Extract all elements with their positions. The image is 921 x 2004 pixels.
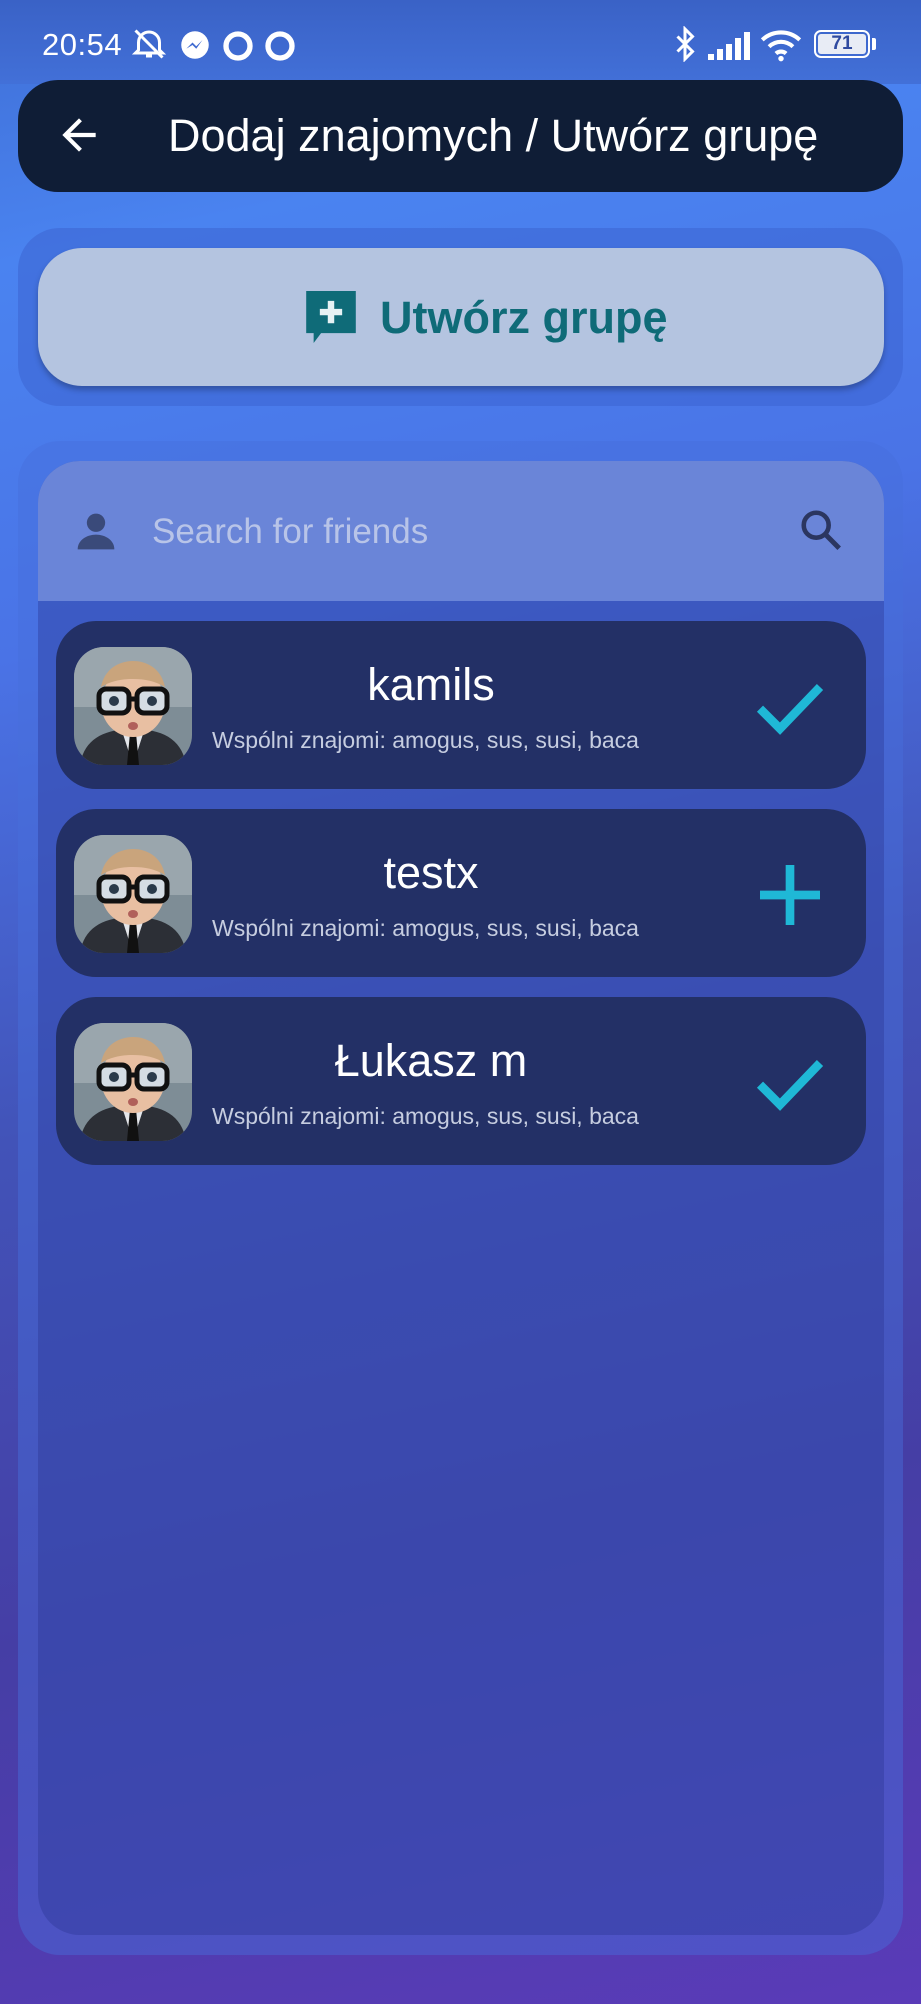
person-icon xyxy=(77,513,115,550)
page-title: Dodaj znajomych / Utwórz grupę xyxy=(168,110,819,161)
create-group-button[interactable]: Utwórz grupę xyxy=(38,248,884,386)
app-bar: Dodaj znajomych / Utwórz grupę xyxy=(18,80,903,192)
friend-name: Łukasz m xyxy=(334,1035,528,1086)
avatar xyxy=(74,835,192,953)
circle-icon xyxy=(265,31,295,61)
check-icon[interactable] xyxy=(750,1043,830,1123)
mutual-friends-text: Wspólni znajomi: amogus, sus, susi, baca xyxy=(212,727,639,753)
check-icon[interactable] xyxy=(750,667,830,747)
friend-name: kamils xyxy=(367,659,495,710)
search-icon[interactable] xyxy=(798,507,844,553)
arrow-back-icon[interactable] xyxy=(54,110,104,160)
plus-icon[interactable] xyxy=(750,855,830,935)
battery-tip xyxy=(872,38,876,50)
messenger-icon xyxy=(181,31,209,59)
circle-icon xyxy=(223,31,253,61)
add-comment-icon xyxy=(306,290,356,344)
avatar xyxy=(74,1023,192,1141)
battery-icon: 71 xyxy=(814,30,870,58)
bluetooth-icon xyxy=(676,26,695,62)
alarm-off-icon xyxy=(131,29,167,59)
avatar xyxy=(74,647,192,765)
friend-card[interactable]: Łukasz m Wspólni znajomi: amogus, sus, s… xyxy=(56,997,866,1165)
friend-name: testx xyxy=(383,847,479,898)
mutual-friends-text: Wspólni znajomi: amogus, sus, susi, baca xyxy=(212,915,639,941)
status-bar: 20:54 71 xyxy=(0,0,921,84)
mutual-friends-text: Wspólni znajomi: amogus, sus, susi, baca xyxy=(212,1103,639,1129)
friend-card[interactable]: kamils Wspólni znajomi: amogus, sus, sus… xyxy=(56,621,866,789)
wifi-icon xyxy=(760,30,802,62)
search-bar xyxy=(38,461,884,601)
signal-icon xyxy=(708,32,750,60)
create-group-panel: Utwórz grupę xyxy=(18,228,903,406)
status-time: 20:54 xyxy=(42,27,123,62)
friend-card[interactable]: testx Wspólni znajomi: amogus, sus, susi… xyxy=(56,809,866,977)
create-group-label: Utwórz grupę xyxy=(380,292,668,343)
friends-panel: kamils Wspólni znajomi: amogus, sus, sus… xyxy=(18,441,903,1955)
friends-list-container: kamils Wspólni znajomi: amogus, sus, sus… xyxy=(38,461,884,1935)
battery-level: 71 xyxy=(818,34,866,54)
search-input[interactable] xyxy=(150,505,714,559)
